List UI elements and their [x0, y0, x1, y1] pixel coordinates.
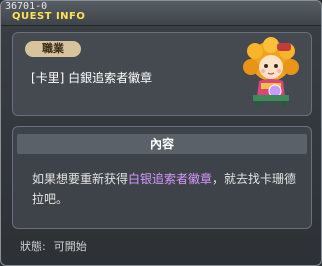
quest-info-window: 36701-0 QUEST INFO 職業 [卡里] 白銀追索者徽章 內容 如果… — [0, 0, 322, 266]
quest-status: 狀態: 可開始 — [20, 238, 87, 254]
content-text: 如果想要重新获得白银追索者徽章，就去找卡珊德拉吧。 — [32, 169, 302, 209]
window-header[interactable]: 36701-0 QUEST INFO — [1, 1, 321, 26]
window-title: QUEST INFO — [12, 11, 86, 22]
content-text-highlight: 白银追索者徽章 — [128, 172, 213, 186]
status-value: 可開始 — [53, 240, 87, 253]
job-badge: 職業 — [25, 41, 81, 57]
quest-summary-panel: 職業 [卡里] 白銀追索者徽章 — [12, 32, 312, 116]
npc-girl-avatar-icon — [243, 37, 299, 107]
quest-title: [卡里] 白銀追索者徽章 — [31, 71, 153, 85]
quest-content-panel: 內容 如果想要重新获得白银追索者徽章，就去找卡珊德拉吧。 — [12, 126, 312, 229]
content-header: 內容 — [17, 134, 307, 154]
status-label: 狀態: — [20, 240, 46, 253]
content-text-before: 如果想要重新获得 — [32, 172, 129, 186]
